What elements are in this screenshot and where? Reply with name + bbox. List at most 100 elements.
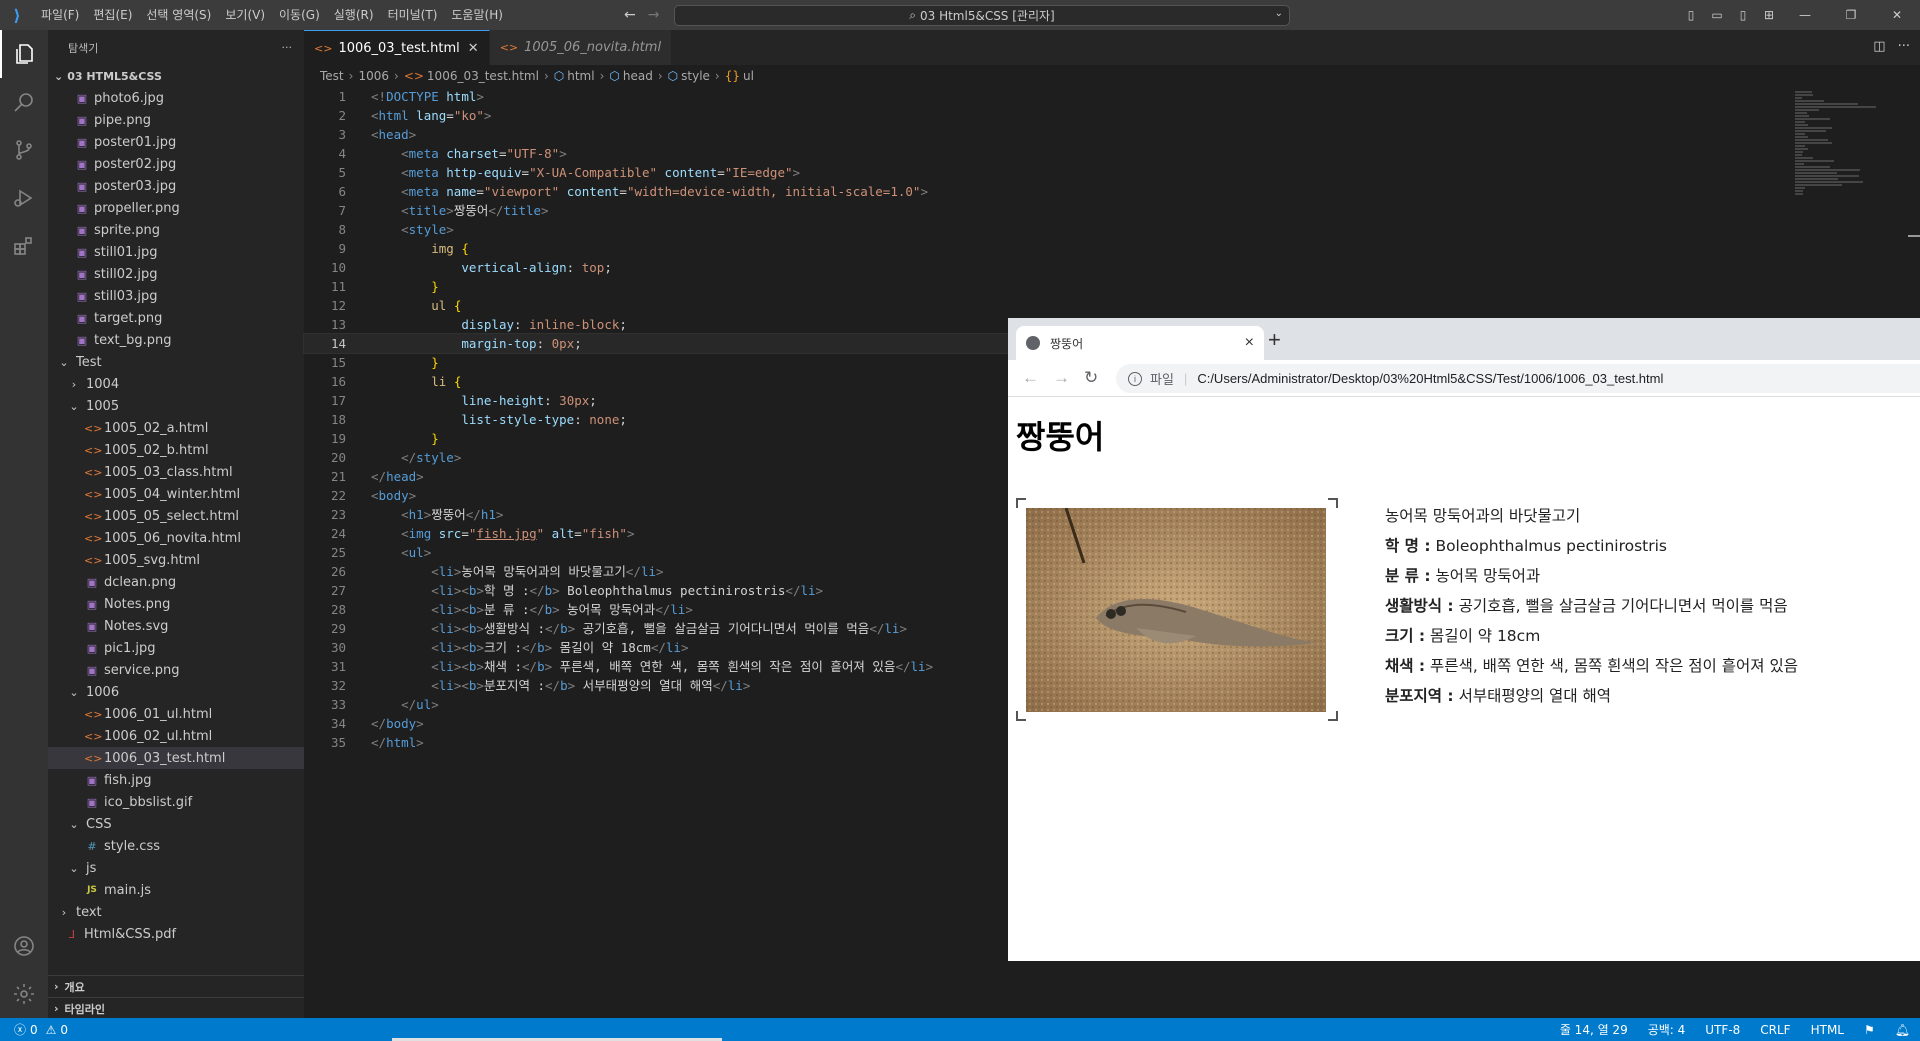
tree-item[interactable]: ⅃ Html&CSS.pdf bbox=[48, 923, 304, 945]
tree-item[interactable]: <> 1005_06_novita.html bbox=[48, 527, 304, 549]
breadcrumb-item[interactable]: 1006 bbox=[358, 69, 389, 83]
workspace-root[interactable]: ⌄ 03 HTML5&CSS bbox=[48, 65, 304, 87]
tree-item[interactable]: ▣ pipe.png bbox=[48, 109, 304, 131]
settings-gear-icon[interactable] bbox=[0, 970, 48, 1018]
tree-item[interactable]: ▣ text_bg.png bbox=[48, 329, 304, 351]
outline-section[interactable]: › 개요 bbox=[48, 975, 304, 997]
tree-item[interactable]: ⌄ CSS bbox=[48, 813, 304, 835]
restore-button[interactable]: ❐ bbox=[1828, 8, 1874, 22]
tree-item[interactable]: ▣ poster01.jpg bbox=[48, 131, 304, 153]
address-bar[interactable]: i 파일 | C:/Users/Administrator/Desktop/03… bbox=[1116, 364, 1920, 393]
forward-arrow-icon[interactable]: → bbox=[1053, 368, 1070, 388]
extensions-icon[interactable] bbox=[0, 222, 48, 270]
breadcrumb-item[interactable]: Test bbox=[320, 69, 344, 83]
tree-item[interactable]: ▣ sprite.png bbox=[48, 219, 304, 241]
problems-indicator[interactable]: ⓧ 0 ⚠ 0 bbox=[0, 1021, 68, 1038]
cursor-position[interactable]: 줄 14, 열 29 bbox=[1560, 1021, 1628, 1038]
close-window-button[interactable]: ✕ bbox=[1874, 8, 1920, 22]
tree-item[interactable]: ▣ still01.jpg bbox=[48, 241, 304, 263]
tree-item[interactable]: ⌄ 1006 bbox=[48, 681, 304, 703]
tree-item[interactable]: <> 1005_02_b.html bbox=[48, 439, 304, 461]
minimap[interactable] bbox=[1795, 90, 1905, 195]
forward-arrow-icon[interactable]: → bbox=[648, 7, 660, 23]
back-arrow-icon[interactable]: ← bbox=[624, 7, 636, 23]
tree-item[interactable]: ▣ Notes.png bbox=[48, 593, 304, 615]
tree-item[interactable]: # style.css bbox=[48, 835, 304, 857]
feedback-icon[interactable]: ⚑ bbox=[1864, 1023, 1875, 1037]
menu-item[interactable]: 이동(G) bbox=[272, 0, 327, 30]
close-icon[interactable]: ✕ bbox=[468, 41, 479, 56]
tree-item[interactable]: ▣ poster02.jpg bbox=[48, 153, 304, 175]
tab-1006-03-test[interactable]: <> 1006_03_test.html ✕ bbox=[304, 30, 490, 65]
tree-item[interactable]: JS main.js bbox=[48, 879, 304, 901]
tree-item[interactable]: ▣ fish.jpg bbox=[48, 769, 304, 791]
tree-item[interactable]: <> 1005_03_class.html bbox=[48, 461, 304, 483]
more-actions-icon[interactable]: ··· bbox=[282, 41, 293, 54]
tree-item[interactable]: › 1004 bbox=[48, 373, 304, 395]
menu-item[interactable]: 터미널(T) bbox=[381, 0, 445, 30]
toggle-panel-icon[interactable]: ▭ bbox=[1704, 8, 1730, 22]
toggle-sidebar-icon[interactable]: ▯ bbox=[1678, 8, 1704, 22]
minimap-line bbox=[1795, 133, 1805, 135]
tree-item[interactable]: <> 1005_04_winter.html bbox=[48, 483, 304, 505]
close-icon[interactable]: × bbox=[1245, 334, 1254, 352]
tree-item[interactable]: ▣ service.png bbox=[48, 659, 304, 681]
minimize-button[interactable]: — bbox=[1782, 8, 1828, 22]
menu-item[interactable]: 선택 영역(S) bbox=[139, 0, 218, 30]
command-center[interactable]: ⌕ 03 Html5&CSS [관리자] ⌄ bbox=[674, 5, 1290, 26]
menu-item[interactable]: 보기(V) bbox=[218, 0, 272, 30]
breadcrumb-item[interactable]: head bbox=[623, 69, 653, 83]
new-tab-button[interactable]: + bbox=[1268, 327, 1281, 353]
browser-tab[interactable]: 짱뚱어 × bbox=[1016, 326, 1264, 360]
menu-item[interactable]: 도움말(H) bbox=[444, 0, 510, 30]
tree-item[interactable]: › text bbox=[48, 901, 304, 923]
tree-item[interactable]: ▣ still03.jpg bbox=[48, 285, 304, 307]
source-control-icon[interactable] bbox=[0, 126, 48, 174]
tab-1005-06-novita[interactable]: <> 1005_06_novita.html bbox=[489, 30, 673, 65]
menu-item[interactable]: 편집(E) bbox=[86, 0, 139, 30]
toggle-secondary-sidebar-icon[interactable]: ▯ bbox=[1730, 8, 1756, 22]
end-of-line[interactable]: CRLF bbox=[1760, 1023, 1790, 1037]
accounts-icon[interactable] bbox=[0, 922, 48, 970]
breadcrumb-item[interactable]: 1006_03_test.html bbox=[427, 69, 539, 83]
tree-item[interactable]: ▣ target.png bbox=[48, 307, 304, 329]
tree-item[interactable]: <> 1006_02_ul.html bbox=[48, 725, 304, 747]
customize-layout-icon[interactable]: ⊞ bbox=[1756, 8, 1782, 22]
reload-icon[interactable]: ↻ bbox=[1084, 368, 1098, 388]
tree-item[interactable]: ▣ pic1.jpg bbox=[48, 637, 304, 659]
breadcrumb-item[interactable]: ul bbox=[743, 69, 754, 83]
search-icon[interactable] bbox=[0, 78, 48, 126]
tree-item[interactable]: ▣ still02.jpg bbox=[48, 263, 304, 285]
tree-item[interactable]: ⌄ js bbox=[48, 857, 304, 879]
tree-item[interactable]: <> 1005_svg.html bbox=[48, 549, 304, 571]
tree-item[interactable]: ▣ dclean.png bbox=[48, 571, 304, 593]
chevron-right-icon: › bbox=[54, 980, 59, 993]
tree-item[interactable]: <> 1005_05_select.html bbox=[48, 505, 304, 527]
explorer-title: 탐색기 bbox=[68, 41, 99, 55]
menu-item[interactable]: 실행(R) bbox=[327, 0, 381, 30]
explorer-icon[interactable] bbox=[0, 30, 48, 78]
split-editor-icon[interactable]: ◫ bbox=[1873, 39, 1885, 54]
tree-item[interactable]: ▣ photo6.jpg bbox=[48, 87, 304, 109]
breadcrumb-item[interactable]: style bbox=[681, 69, 710, 83]
breadcrumb-item[interactable]: html bbox=[567, 69, 594, 83]
tree-item[interactable]: ▣ poster03.jpg bbox=[48, 175, 304, 197]
timeline-section[interactable]: › 타임라인 bbox=[48, 997, 304, 1018]
tree-item[interactable]: ⌄ 1005 bbox=[48, 395, 304, 417]
run-debug-icon[interactable] bbox=[0, 174, 48, 222]
tree-item[interactable]: <> 1006_01_ul.html bbox=[48, 703, 304, 725]
tree-item[interactable]: ▣ ico_bbslist.gif bbox=[48, 791, 304, 813]
tree-item[interactable]: ⌄ Test bbox=[48, 351, 304, 373]
language-mode[interactable]: HTML bbox=[1811, 1023, 1844, 1037]
tree-item[interactable]: <> 1005_02_a.html bbox=[48, 417, 304, 439]
indentation[interactable]: 공백: 4 bbox=[1648, 1021, 1686, 1038]
fish-image-frame[interactable] bbox=[1016, 498, 1338, 721]
tree-item[interactable]: ▣ propeller.png bbox=[48, 197, 304, 219]
encoding[interactable]: UTF-8 bbox=[1705, 1023, 1740, 1037]
tree-item[interactable]: ▣ Notes.svg bbox=[48, 615, 304, 637]
more-actions-icon[interactable]: ··· bbox=[1898, 39, 1910, 54]
notifications-bell-icon[interactable]: 🔔︎ bbox=[1895, 1023, 1910, 1037]
menu-item[interactable]: 파일(F) bbox=[34, 0, 86, 30]
back-arrow-icon[interactable]: ← bbox=[1022, 368, 1039, 388]
tree-item[interactable]: <> 1006_03_test.html bbox=[48, 747, 304, 769]
